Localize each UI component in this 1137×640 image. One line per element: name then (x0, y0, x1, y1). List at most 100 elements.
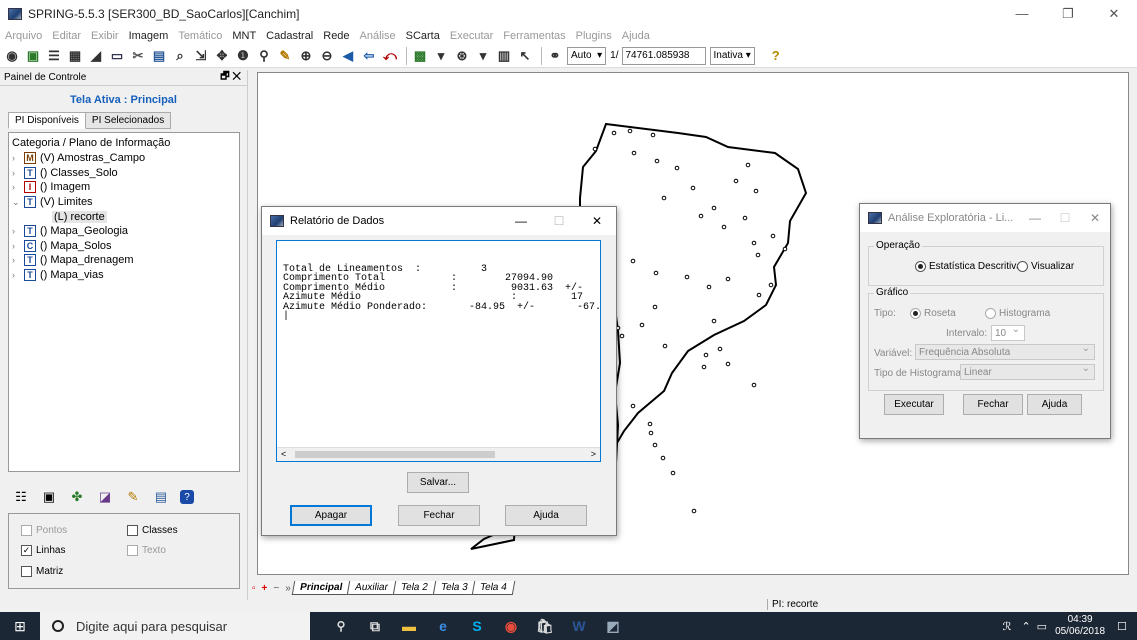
task-view-icon[interactable]: ⧉ (358, 612, 392, 640)
menu-mnt[interactable]: MNT (232, 30, 256, 42)
edge-icon[interactable]: e (426, 612, 460, 640)
tree-item[interactable]: › M (V) Amostras_Campo (12, 151, 236, 166)
collapse-screen-icon[interactable]: » (285, 583, 291, 594)
help-icon-2[interactable]: ? (180, 490, 194, 504)
menu-plugins[interactable]: Plugins (576, 30, 612, 42)
remove-screen-icon[interactable]: − (273, 583, 279, 594)
maximize-button[interactable]: ❐ (1045, 0, 1091, 27)
panel-controls[interactable]: 🗗 ✕ (220, 69, 241, 86)
screen-control[interactable]: ▫ (252, 583, 256, 594)
cursor-icon[interactable]: ↖ (516, 47, 534, 65)
scroll-left-icon[interactable]: < (281, 449, 286, 459)
tab-pi-selecionados[interactable]: PI Selecionados (84, 112, 172, 129)
chrome-icon[interactable]: ◉ (494, 612, 528, 640)
report-text-area[interactable]: Total de Lineamentos : 3 Comprimento Tot… (276, 240, 601, 462)
radio-histogram[interactable]: Histograma (985, 308, 1050, 319)
draw-icon[interactable]: ◢ (87, 47, 105, 65)
zoom-plus-icon[interactable]: ⊕ (297, 47, 315, 65)
mode-select[interactable]: Auto ▾ (567, 46, 607, 65)
pan-icon[interactable]: ✥ (213, 47, 231, 65)
menu-arquivo[interactable]: Arquivo (5, 30, 42, 42)
menu-ferramentas[interactable]: Ferramentas (503, 30, 565, 42)
screen-tab-tela-4[interactable]: Tela 4 (471, 581, 516, 595)
cut-icon[interactable]: ✂ (129, 47, 147, 65)
hist-type-select[interactable]: Linear (960, 363, 1095, 380)
scroll-thumb[interactable] (295, 451, 495, 458)
chart-icon[interactable]: ▤ (150, 47, 168, 65)
analysis-close-button[interactable]: ✕ (1080, 204, 1110, 232)
interval-input[interactable]: 10 (991, 324, 1025, 341)
project-icon[interactable]: ▣ (24, 47, 42, 65)
report-help-button[interactable]: Ajuda (505, 505, 587, 526)
style-icon[interactable]: ✤ (68, 488, 86, 506)
chevron-right-icon[interactable]: › (12, 168, 24, 178)
help-icon[interactable]: ? (767, 47, 785, 65)
table-icon[interactable]: ▥ (495, 47, 513, 65)
tree-item[interactable]: › T () Mapa_vias (12, 268, 236, 283)
menu-editar[interactable]: Editar (52, 30, 81, 42)
tree-child-item[interactable]: (L) recorte (12, 209, 236, 224)
taskbar-search[interactable]: Digite aqui para pesquisar (40, 612, 310, 640)
info-icon[interactable]: ❶ (234, 47, 252, 65)
clear-button[interactable]: Apagar (290, 505, 372, 526)
tree-item[interactable]: › C () Mapa_Solos (12, 239, 236, 254)
edit-icon[interactable]: ✎ (276, 47, 294, 65)
radio-rose[interactable]: Roseta (910, 308, 956, 319)
tree-item[interactable]: ⌄ T (V) Limites (12, 195, 236, 210)
zoom-icon[interactable]: ⌕ (171, 47, 189, 65)
screen-tab-tela-3[interactable]: Tela 3 (432, 581, 476, 595)
report-close-btn[interactable]: Fechar (398, 505, 480, 526)
window-icon[interactable]: ▭ (108, 47, 126, 65)
tray-arrow-icon[interactable]: ⌃ (1021, 620, 1030, 633)
link-icon[interactable]: ⚭ (546, 47, 564, 65)
chevron-right-icon[interactable]: › (12, 255, 24, 265)
screen-tab-auxiliar[interactable]: Auxiliar (346, 581, 397, 595)
menu-análise[interactable]: Análise (360, 30, 396, 42)
save-button[interactable]: Salvar... (407, 472, 469, 493)
menu-imagem[interactable]: Imagem (129, 30, 169, 42)
analysis-help-button[interactable]: Ajuda (1027, 394, 1082, 415)
category-icon[interactable]: ☰ (45, 47, 63, 65)
select-icon[interactable]: ⚲ (255, 47, 273, 65)
chevron-right-icon[interactable]: › (12, 270, 24, 280)
report-maximize-button[interactable]: ☐ (540, 207, 578, 235)
grid-icon[interactable]: ▦ (66, 47, 84, 65)
execute-button[interactable]: Executar (884, 394, 944, 415)
linhas-checkbox[interactable]: ✓ Linhas (21, 545, 65, 556)
tree-item[interactable]: › I () Imagem (12, 180, 236, 195)
chevron-right-icon[interactable]: › (12, 241, 24, 251)
variable-select[interactable]: Frequência Absoluta (915, 343, 1095, 360)
zoom-in-icon[interactable]: ⇲ (192, 47, 210, 65)
chevron-down-icon[interactable]: ⌄ (12, 197, 24, 208)
zoom-minus-icon[interactable]: ⊖ (318, 47, 336, 65)
file-explorer-icon[interactable]: ▬ (392, 612, 426, 640)
word-icon[interactable]: W (562, 612, 596, 640)
visual-icon[interactable]: ◪ (96, 488, 114, 506)
dropdown-icon-2[interactable]: ▾ (474, 47, 492, 65)
skype-icon[interactable]: S (460, 612, 494, 640)
add-screen-icon[interactable]: + (262, 583, 268, 594)
chevron-right-icon[interactable]: › (12, 153, 24, 163)
matriz-checkbox[interactable]: Matriz (21, 566, 63, 577)
measure-icon[interactable]: ⊛ (453, 47, 471, 65)
dropdown-icon[interactable]: ▾ (432, 47, 450, 65)
menu-scarta[interactable]: SCarta (406, 30, 440, 42)
window-list-icon[interactable]: ▣ (40, 488, 58, 506)
menu-exibir[interactable]: Exibir (91, 30, 119, 42)
menu-temático[interactable]: Temático (178, 30, 222, 42)
chevron-right-icon[interactable]: › (12, 182, 24, 192)
report-hscrollbar[interactable]: < > (277, 447, 600, 461)
menu-rede[interactable]: Rede (323, 30, 349, 42)
report-close-button[interactable]: ✕ (578, 207, 616, 235)
list-icon[interactable]: ☷ (12, 488, 30, 506)
windows-start-icon[interactable]: ⊞ (0, 612, 40, 640)
clock[interactable]: 04:39 05/06/2018 (1055, 614, 1105, 638)
screen-tab-principal[interactable]: Principal (291, 581, 351, 595)
classes-checkbox[interactable]: Classes (127, 525, 178, 536)
spring-taskbar-icon[interactable]: ◩ (596, 612, 630, 640)
radio-visualize[interactable]: Visualizar (1017, 261, 1074, 272)
scale-input[interactable]: 74761.085938 (621, 46, 706, 65)
people-icon[interactable]: ℛ (1003, 620, 1012, 633)
legend-icon[interactable]: ▤ (152, 488, 170, 506)
tab-pi-disponiveis[interactable]: PI Disponíveis (8, 112, 86, 129)
